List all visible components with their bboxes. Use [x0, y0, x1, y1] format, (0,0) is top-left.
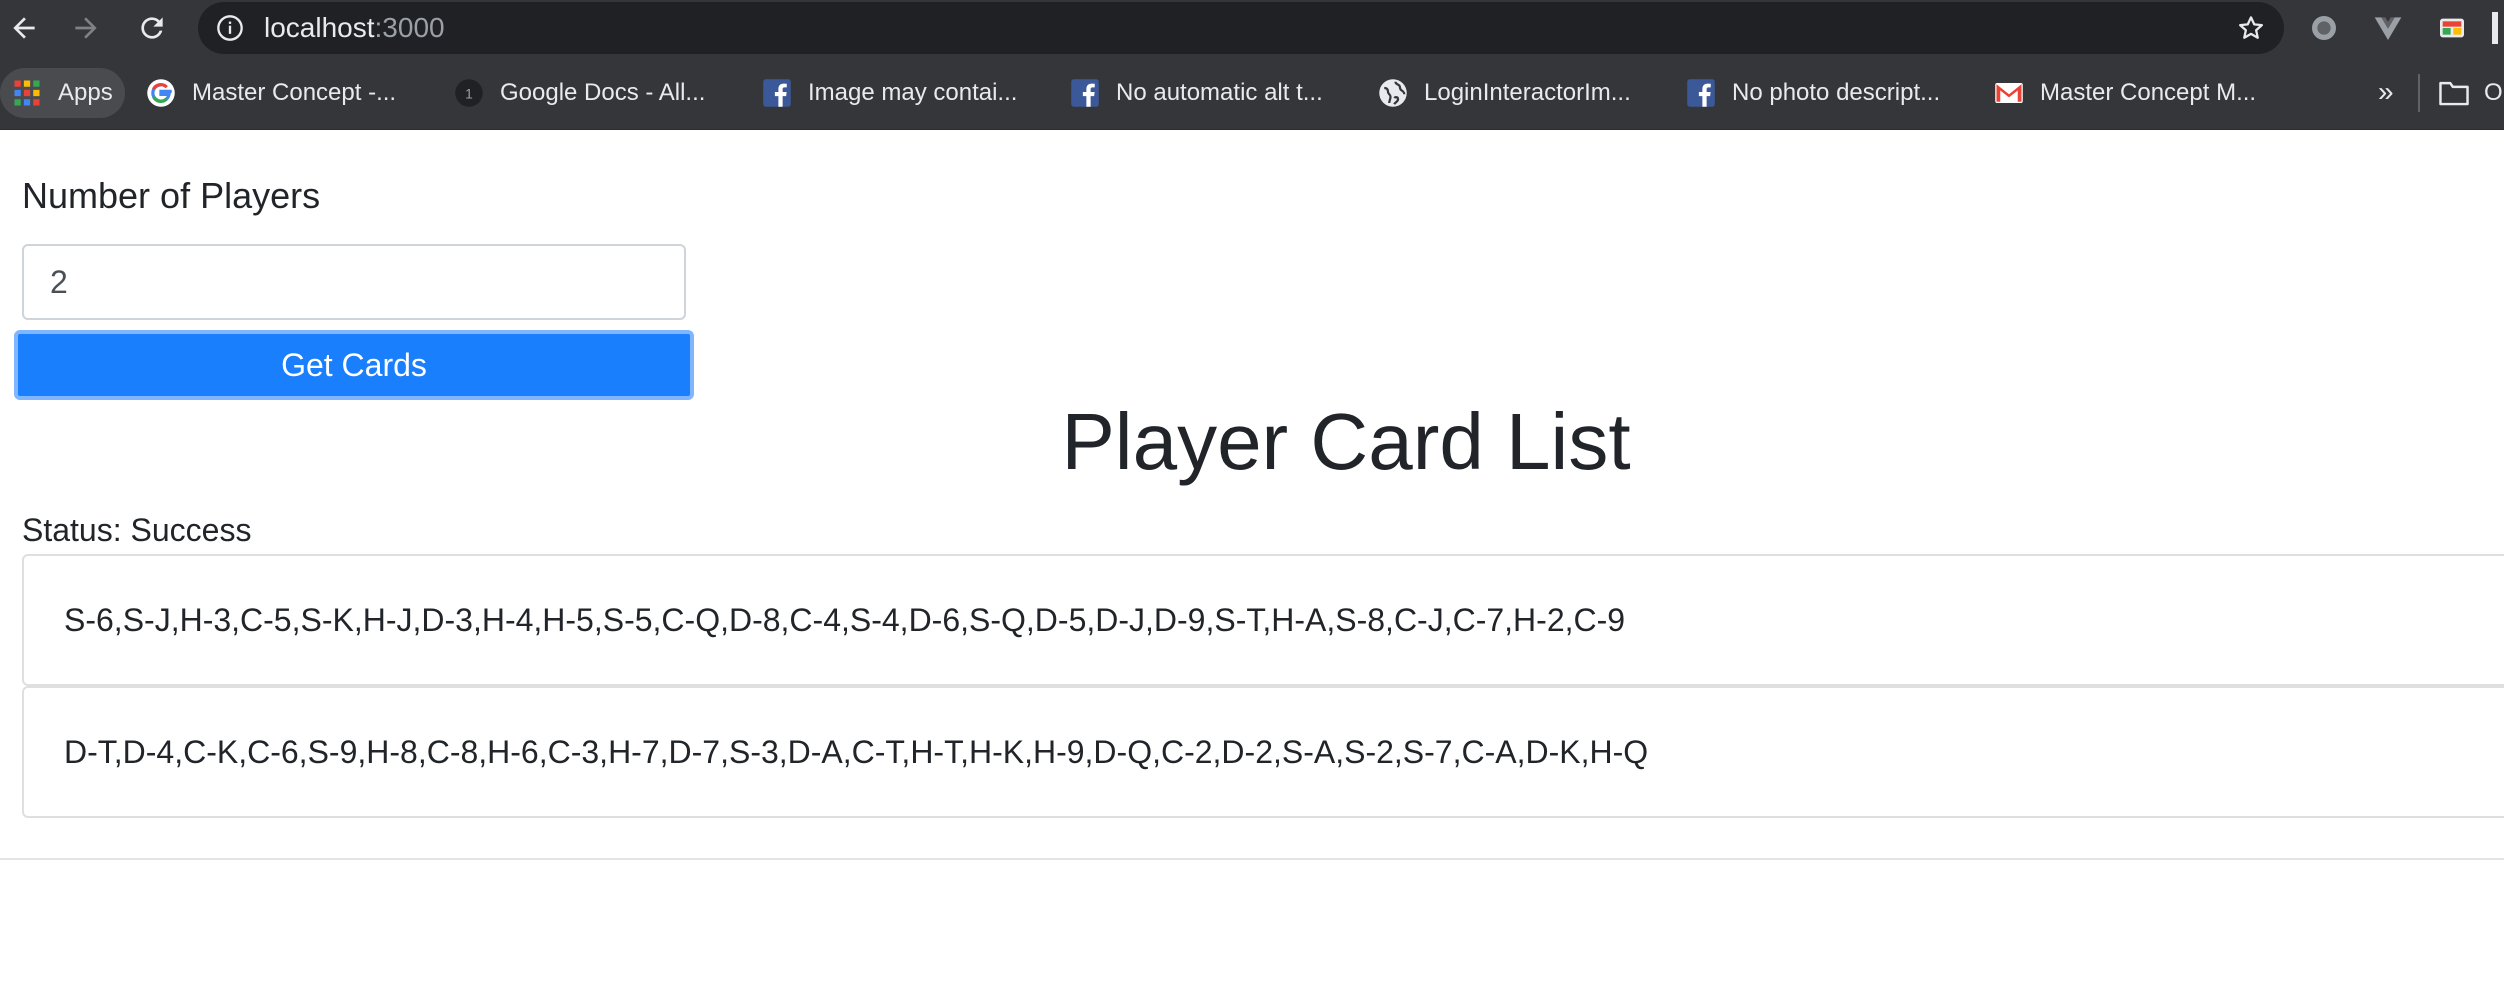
- apps-grid-icon: [14, 80, 40, 106]
- player-card-row: S-6,S-J,H-3,C-5,S-K,H-J,D-3,H-4,H-5,S-5,…: [22, 554, 2504, 686]
- horizontal-divider: [0, 858, 2504, 860]
- bookmark-star-icon[interactable]: [2236, 13, 2266, 43]
- bookmarks-separator: [2418, 74, 2420, 112]
- bookmark-label: Image may contai...: [808, 79, 1018, 106]
- url-port: :3000: [374, 12, 445, 43]
- globe-icon: [1379, 79, 1407, 107]
- bookmark-google-docs[interactable]: 1 Google Docs - All...: [454, 68, 705, 118]
- dark-circle-icon: 1: [455, 79, 483, 107]
- bookmark-label: Google Docs - All...: [500, 79, 706, 106]
- bookmark-master-concept-mail[interactable]: Master Concept M...: [1994, 68, 2256, 118]
- menu-edge[interactable]: [2492, 12, 2498, 44]
- bookmark-label: Apps: [58, 79, 113, 106]
- address-bar[interactable]: localhost:3000: [198, 2, 2284, 54]
- number-of-players-input[interactable]: [22, 244, 686, 320]
- vue-devtools-icon[interactable]: [2372, 12, 2404, 44]
- bookmark-apps[interactable]: Apps: [0, 68, 125, 118]
- forward-arrow-icon: [75, 17, 97, 39]
- facebook-icon: [1687, 79, 1715, 107]
- extension-circle-icon[interactable]: [2308, 12, 2340, 44]
- folder-icon: [2439, 81, 2469, 106]
- bookmark-master-concept[interactable]: Master Concept -...: [146, 68, 396, 118]
- bookmarks-bar: Apps Master Concept -... 1 Google Docs -…: [0, 56, 2504, 130]
- facebook-icon: [763, 79, 791, 107]
- player-cards-text: S-6,S-J,H-3,C-5,S-K,H-J,D-3,H-4,H-5,S-5,…: [64, 602, 1626, 638]
- url-text: localhost:3000: [264, 12, 445, 44]
- bookmark-label: No automatic alt t...: [1116, 79, 1323, 106]
- other-bookmarks-button[interactable]: O: [2438, 68, 2503, 118]
- facebook-icon: [1071, 79, 1099, 107]
- reload-icon: [141, 17, 163, 39]
- cast-extension-icon[interactable]: [2436, 12, 2468, 44]
- bookmark-login-interactor[interactable]: LoginInteractorIm...: [1378, 68, 1631, 118]
- svg-text:1: 1: [465, 87, 473, 102]
- get-cards-button[interactable]: Get Cards: [14, 330, 694, 400]
- page-title: Player Card List: [1061, 397, 1631, 486]
- status-text: Status: Success: [22, 512, 252, 548]
- google-icon: [147, 79, 175, 107]
- browser-toolbar: localhost:3000: [0, 0, 2504, 56]
- bookmark-no-photo-description[interactable]: No photo descript...: [1686, 68, 1940, 118]
- players-label: Number of Players: [22, 175, 321, 216]
- bookmark-label: Master Concept M...: [2040, 79, 2257, 106]
- gmail-icon: [1995, 83, 2023, 103]
- bookmark-no-automatic-alt[interactable]: No automatic alt t...: [1070, 68, 1323, 118]
- more-bookmarks-button[interactable]: »: [2378, 76, 2394, 108]
- other-bookmarks-label: O: [2484, 79, 2503, 106]
- player-card-list: S-6,S-J,H-3,C-5,S-K,H-J,D-3,H-4,H-5,S-5,…: [22, 554, 2504, 818]
- url-host: localhost: [264, 12, 375, 43]
- player-cards-text: D-T,D-4,C-K,C-6,S-9,H-8,C-8,H-6,C-3,H-7,…: [64, 734, 1649, 770]
- page-content: Number of Players Get Cards Player Card …: [0, 130, 2504, 994]
- player-card-row: D-T,D-4,C-K,C-6,S-9,H-8,C-8,H-6,C-3,H-7,…: [22, 686, 2504, 818]
- bookmark-label: LoginInteractorIm...: [1424, 79, 1631, 106]
- forward-button[interactable]: [66, 8, 106, 48]
- bookmark-label: Master Concept -...: [192, 79, 397, 106]
- reload-button[interactable]: [132, 8, 172, 48]
- bookmark-image-may-contain[interactable]: Image may contai...: [762, 68, 1017, 118]
- site-info-icon[interactable]: [216, 14, 244, 42]
- back-arrow-icon: [13, 17, 35, 39]
- back-button[interactable]: [4, 8, 44, 48]
- bookmark-label: No photo descript...: [1732, 79, 1941, 106]
